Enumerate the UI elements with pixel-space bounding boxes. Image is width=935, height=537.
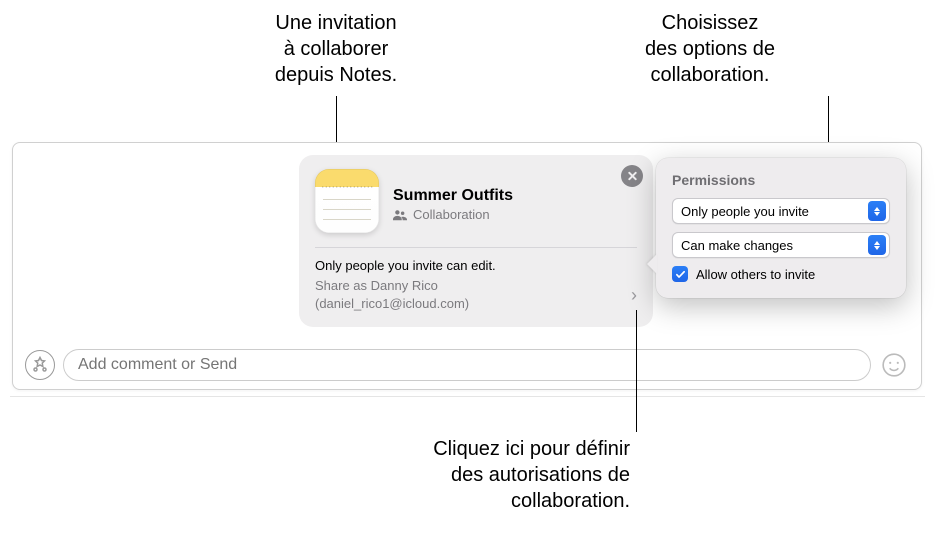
allow-others-label: Allow others to invite	[696, 267, 815, 282]
collaboration-invite-card: Summer Outfits Collaboration Only people…	[299, 155, 653, 327]
checkbox-checked-icon	[672, 266, 688, 282]
updown-arrows-icon	[868, 235, 886, 255]
callout-options: Choisissez des options de collaboration.	[580, 10, 840, 88]
divider	[10, 396, 925, 397]
permission-summary-text: Only people you invite can edit.	[315, 258, 637, 273]
card-subtitle: Collaboration	[393, 207, 637, 222]
compose-input-row	[25, 349, 909, 381]
divider	[315, 247, 637, 248]
chevron-right-icon: ›	[623, 285, 637, 306]
who-select-value: Only people you invite	[681, 204, 868, 219]
who-can-access-select[interactable]: Only people you invite	[672, 198, 890, 224]
collaboration-label: Collaboration	[413, 207, 490, 222]
callout-click-permissions: Cliquez ici pour définir des autorisatio…	[330, 436, 630, 514]
message-input[interactable]	[63, 349, 871, 381]
emoji-picker-button[interactable]	[879, 350, 909, 380]
share-as-text: Share as Danny Rico (daniel_rico1@icloud…	[315, 277, 469, 313]
share-settings-row[interactable]: Share as Danny Rico (daniel_rico1@icloud…	[315, 277, 637, 313]
access-level-select[interactable]: Can make changes	[672, 232, 890, 258]
note-title: Summer Outfits	[393, 187, 637, 205]
card-header: Summer Outfits Collaboration	[315, 169, 637, 247]
updown-arrows-icon	[868, 201, 886, 221]
close-icon[interactable]	[621, 165, 643, 187]
permissions-popover: Permissions Only people you invite Can m…	[656, 158, 906, 298]
notes-app-icon	[315, 169, 379, 233]
callout-invitation: Une invitation à collaborer depuis Notes…	[226, 10, 446, 88]
allow-others-checkbox-row[interactable]: Allow others to invite	[672, 266, 890, 282]
permissions-title: Permissions	[672, 172, 890, 188]
access-select-value: Can make changes	[681, 238, 868, 253]
callout-line	[636, 310, 637, 432]
apps-button[interactable]	[25, 350, 55, 380]
people-icon	[393, 209, 407, 219]
card-title-group: Summer Outfits Collaboration	[393, 181, 637, 222]
callout-line	[336, 96, 337, 148]
